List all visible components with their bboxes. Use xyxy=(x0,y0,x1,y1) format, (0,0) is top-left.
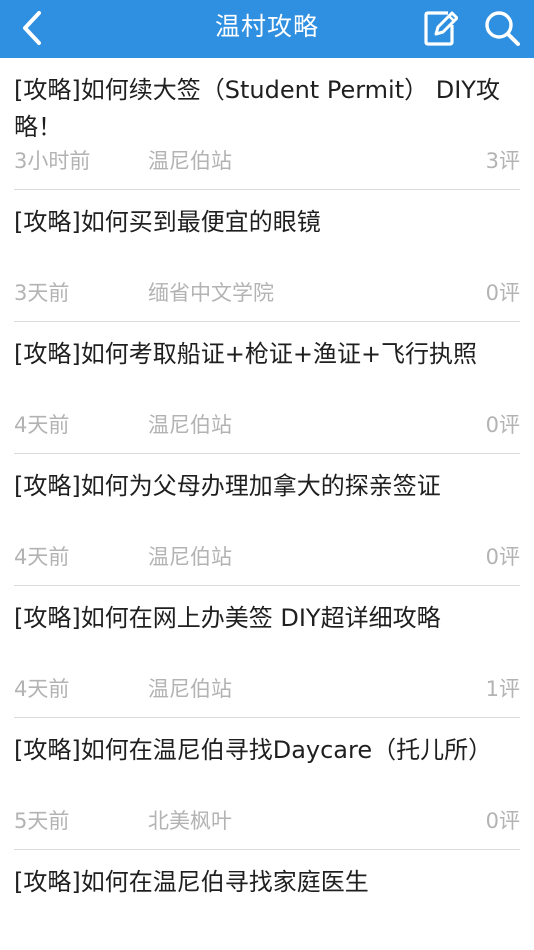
list-item[interactable]: [攻略]如何在网上办美签 DIY超详细攻略 4天前 温尼伯站 1评 xyxy=(0,586,534,718)
post-time: 4天前 xyxy=(14,545,70,569)
article-meta: 3小时前 温尼伯站 3评 xyxy=(14,146,520,176)
article-meta: 4天前 温尼伯站 1评 xyxy=(14,674,520,704)
list-item[interactable]: [攻略]如何在温尼伯寻找家庭医生 xyxy=(0,850,534,950)
nav-bar: 温村攻略 xyxy=(0,0,534,58)
article-title: [攻略]如何为父母办理加拿大的探亲签证 xyxy=(14,472,441,500)
comment-count: 0评 xyxy=(485,545,520,569)
article-title: [攻略]如何买到最便宜的眼镜 xyxy=(14,208,321,236)
post-source: 缅省中文学院 xyxy=(148,281,274,305)
app-screen: 温村攻略 [攻略]如何续大签（Student Permit） DIY攻略！ 3小… xyxy=(0,0,534,950)
article-meta: 5天前 北美枫叶 0评 xyxy=(14,806,520,836)
article-title: [攻略]如何在温尼伯寻找Daycare（托儿所） xyxy=(14,736,493,764)
article-meta xyxy=(14,938,520,950)
post-time: 4天前 xyxy=(14,413,70,437)
post-source: 温尼伯站 xyxy=(148,413,232,437)
list-item[interactable]: [攻略]如何为父母办理加拿大的探亲签证 4天前 温尼伯站 0评 xyxy=(0,454,534,586)
list-item[interactable]: [攻略]如何续大签（Student Permit） DIY攻略！ 3小时前 温尼… xyxy=(0,58,534,190)
edit-icon xyxy=(424,11,458,46)
list-item[interactable]: [攻略]如何在温尼伯寻找Daycare（托儿所） 5天前 北美枫叶 0评 xyxy=(0,718,534,850)
post-source: 温尼伯站 xyxy=(148,149,232,173)
post-source: 温尼伯站 xyxy=(148,677,232,701)
list-item[interactable]: [攻略]如何买到最便宜的眼镜 3天前 缅省中文学院 0评 xyxy=(0,190,534,322)
post-time: 3小时前 xyxy=(14,149,91,173)
search-icon xyxy=(485,11,520,46)
article-meta: 4天前 温尼伯站 0评 xyxy=(14,410,520,440)
post-time: 5天前 xyxy=(14,809,70,833)
article-list: [攻略]如何续大签（Student Permit） DIY攻略！ 3小时前 温尼… xyxy=(0,58,534,950)
article-title: [攻略]如何续大签（Student Permit） DIY攻略！ xyxy=(14,76,500,141)
comment-count: 0评 xyxy=(485,809,520,833)
comment-count: 3评 xyxy=(485,149,520,173)
post-time: 3天前 xyxy=(14,281,70,305)
post-source: 温尼伯站 xyxy=(148,545,232,569)
article-title: [攻略]如何在温尼伯寻找家庭医生 xyxy=(14,868,369,896)
comment-count: 0评 xyxy=(485,413,520,437)
post-time: 4天前 xyxy=(14,677,70,701)
list-item[interactable]: [攻略]如何考取船证+枪证+渔证+飞行执照 4天前 温尼伯站 0评 xyxy=(0,322,534,454)
article-meta: 4天前 温尼伯站 0评 xyxy=(14,542,520,572)
article-title: [攻略]如何考取船证+枪证+渔证+飞行执照 xyxy=(14,340,478,368)
comment-count: 0评 xyxy=(485,281,520,305)
post-source: 北美枫叶 xyxy=(148,809,232,833)
article-title: [攻略]如何在网上办美签 DIY超详细攻略 xyxy=(14,604,441,632)
comment-count: 1评 xyxy=(485,677,520,701)
search-button[interactable] xyxy=(480,8,524,48)
compose-button[interactable] xyxy=(418,8,462,48)
article-meta: 3天前 缅省中文学院 0评 xyxy=(14,278,520,308)
